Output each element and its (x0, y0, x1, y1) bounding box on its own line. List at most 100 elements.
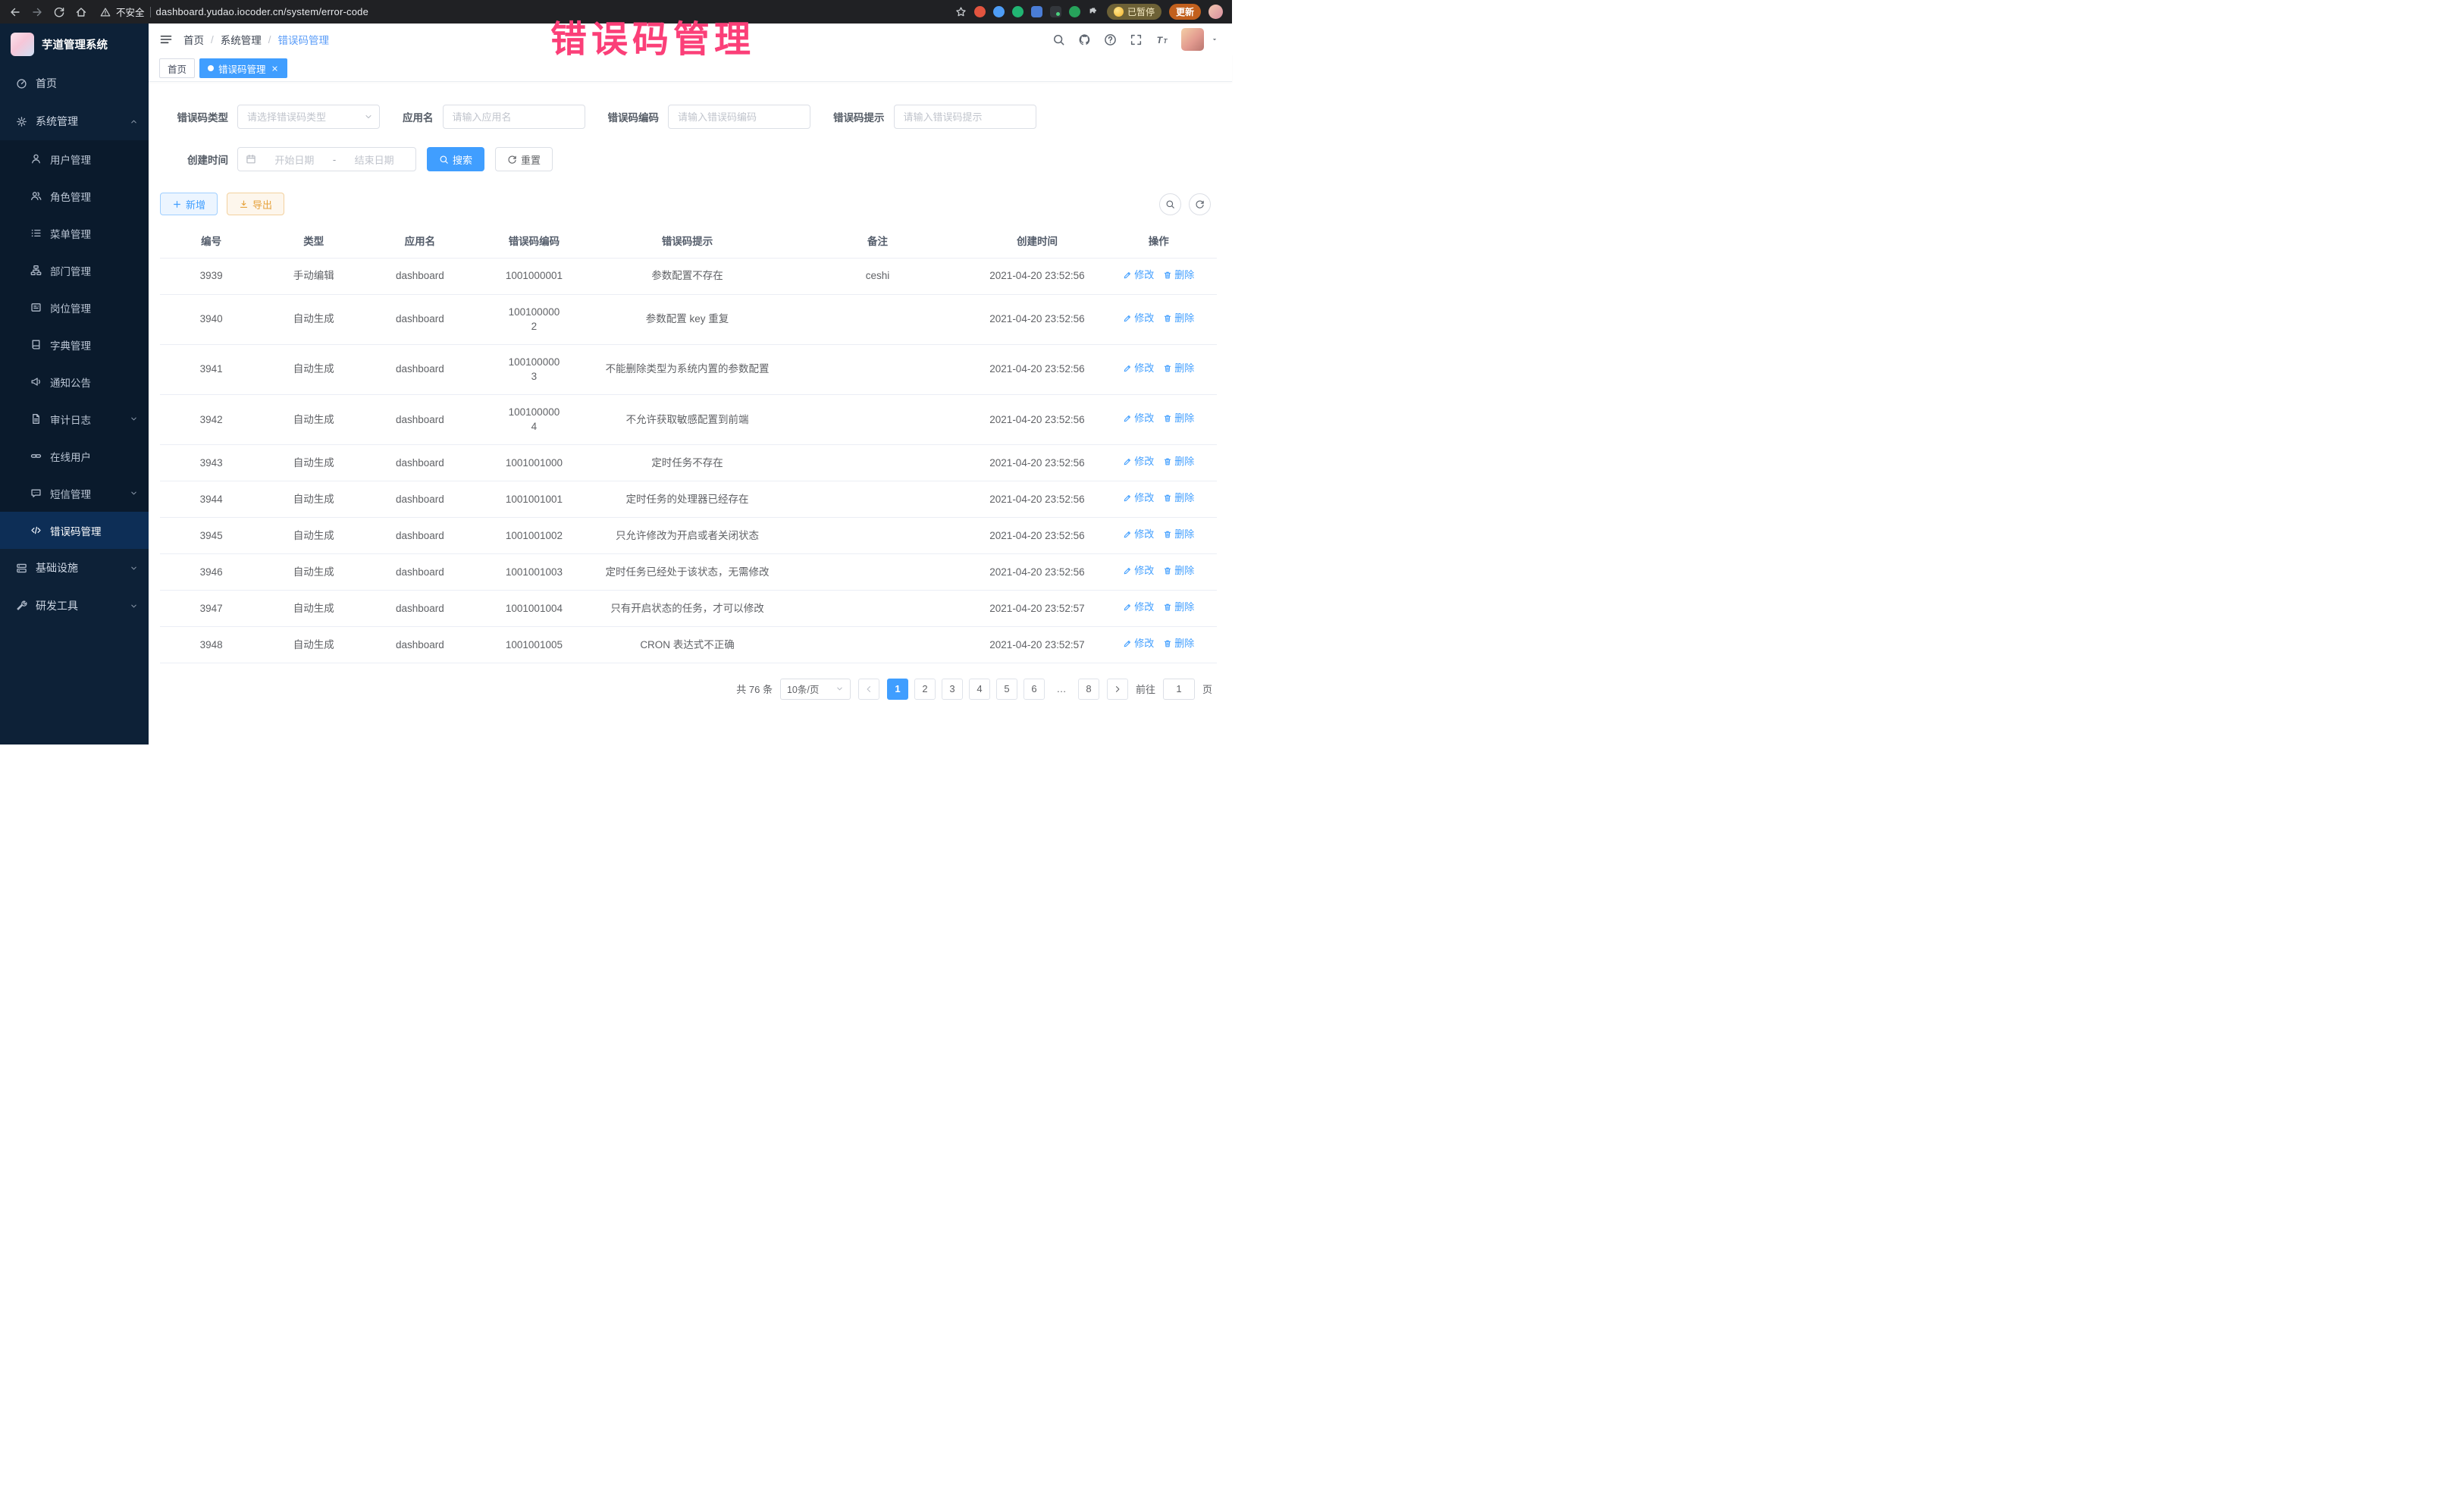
edit-link[interactable]: 修改 (1123, 362, 1154, 376)
breadcrumb-item[interactable]: 首页 (183, 32, 204, 47)
ops-cell: 修改删除 (1101, 344, 1217, 394)
app-logo[interactable]: 芋道管理系统 (0, 24, 149, 64)
search-icon[interactable] (1052, 33, 1065, 46)
sidebar-item-home[interactable]: 首页 (0, 64, 149, 102)
font-size-icon[interactable]: TT (1155, 33, 1168, 46)
sidebar-item-dictionary-management[interactable]: 字典管理 (0, 326, 149, 363)
message-cell: 只允许修改为开启或者关闭状态 (594, 517, 782, 553)
code-cell: 1001000001 (475, 258, 593, 294)
github-icon[interactable] (1078, 33, 1091, 46)
delete-link[interactable]: 删除 (1163, 564, 1194, 578)
error-code-type-select[interactable] (237, 105, 380, 129)
delete-link[interactable]: 删除 (1163, 491, 1194, 506)
tab-error-code[interactable]: 错误码管理 (199, 58, 287, 78)
forward-icon[interactable] (31, 6, 43, 18)
sidebar-item-announcement[interactable]: 通知公告 (0, 363, 149, 400)
error-code-type-input[interactable] (237, 105, 380, 129)
prev-page-button[interactable] (858, 679, 879, 700)
edit-link[interactable]: 修改 (1123, 600, 1154, 615)
edit-link[interactable]: 修改 (1123, 268, 1154, 283)
date-range-picker[interactable]: 开始日期 - 结束日期 (237, 147, 416, 171)
app-cell: dashboard (365, 626, 475, 663)
app-name-input[interactable] (443, 105, 585, 129)
refresh-table-button[interactable] (1189, 193, 1211, 215)
delete-link[interactable]: 删除 (1163, 268, 1194, 283)
delete-link[interactable]: 删除 (1163, 312, 1194, 326)
sidebar-item-sms-management[interactable]: 短信管理 (0, 475, 149, 512)
sidebar: 芋道管理系统 首页 系统管理 用户管理角色管理菜单管理部门管理岗位管理字典管理通… (0, 24, 149, 744)
address-bar[interactable]: 不安全 dashboard.yudao.iocoder.cn/system/er… (100, 5, 368, 19)
tab-home[interactable]: 首页 (159, 58, 195, 78)
ops-cell: 修改删除 (1101, 517, 1217, 553)
filter-app-name: 应用名 (403, 105, 585, 129)
delete-link[interactable]: 删除 (1163, 412, 1194, 426)
breadcrumb-item[interactable]: 系统管理 (221, 32, 262, 47)
refresh-icon (1195, 199, 1205, 209)
table-row: 3945自动生成dashboard1001001002只允许修改为开启或者关闭状… (160, 517, 1217, 553)
user-avatar[interactable] (1181, 28, 1204, 51)
sidebar-group-devtools[interactable]: 研发工具 (0, 587, 149, 625)
error-hint-input[interactable] (894, 105, 1036, 129)
page-button-8[interactable]: 8 (1078, 679, 1099, 700)
bookmark-star-icon[interactable] (955, 6, 967, 17)
sidebar-item-online-users[interactable]: 在线用户 (0, 437, 149, 475)
page-button-6[interactable]: 6 (1024, 679, 1045, 700)
page-button-1[interactable]: 1 (887, 679, 908, 700)
extensions-puzzle-icon[interactable] (1088, 6, 1099, 17)
hamburger-icon[interactable] (159, 33, 173, 46)
search-button[interactable]: 搜索 (427, 147, 484, 171)
extension-icon[interactable] (1050, 6, 1061, 17)
sidebar-item-audit-log[interactable]: 审计日志 (0, 400, 149, 437)
paused-badge[interactable]: 已暂停 (1107, 4, 1161, 20)
close-icon[interactable] (271, 64, 279, 73)
export-button[interactable]: 导出 (227, 193, 284, 215)
reset-button[interactable]: 重置 (495, 147, 553, 171)
error-code-input[interactable] (668, 105, 810, 129)
browser-profile-avatar[interactable] (1208, 5, 1223, 19)
page-button-3[interactable]: 3 (942, 679, 963, 700)
delete-link[interactable]: 删除 (1163, 362, 1194, 376)
sidebar-item-role-management[interactable]: 角色管理 (0, 177, 149, 215)
add-button[interactable]: 新增 (160, 193, 218, 215)
next-page-button[interactable] (1107, 679, 1128, 700)
page-size-select[interactable]: 10条/页 (780, 679, 851, 700)
fullscreen-icon[interactable] (1130, 33, 1143, 46)
sidebar-group-system[interactable]: 系统管理 (0, 102, 149, 140)
home-icon[interactable] (75, 6, 87, 18)
back-icon[interactable] (9, 6, 21, 18)
edit-link[interactable]: 修改 (1123, 412, 1154, 426)
pager-ellipsis[interactable]: … (1051, 679, 1072, 700)
sidebar-item-menu-management[interactable]: 菜单管理 (0, 215, 149, 252)
reload-icon[interactable] (53, 6, 65, 18)
delete-link[interactable]: 删除 (1163, 600, 1194, 615)
extension-icon[interactable] (993, 6, 1005, 17)
edit-link[interactable]: 修改 (1123, 312, 1154, 326)
edit-link[interactable]: 修改 (1123, 637, 1154, 651)
extension-icon[interactable] (1069, 6, 1080, 17)
page-button-5[interactable]: 5 (996, 679, 1017, 700)
sidebar-item-error-code-management[interactable]: 错误码管理 (0, 512, 149, 549)
caret-down-icon[interactable] (1211, 36, 1218, 43)
sidebar-item-user-management[interactable]: 用户管理 (0, 140, 149, 177)
update-button[interactable]: 更新 (1169, 4, 1201, 20)
sidebar-group-infrastructure[interactable]: 基础设施 (0, 549, 149, 587)
goto-page-input[interactable] (1163, 679, 1195, 700)
edit-link[interactable]: 修改 (1123, 528, 1154, 542)
extension-icon[interactable] (1012, 6, 1024, 17)
delete-link[interactable]: 删除 (1163, 455, 1194, 469)
toggle-search-button[interactable] (1159, 193, 1181, 215)
delete-link[interactable]: 删除 (1163, 528, 1194, 542)
edit-link[interactable]: 修改 (1123, 491, 1154, 506)
sidebar-item-department-management[interactable]: 部门管理 (0, 252, 149, 289)
help-icon[interactable] (1104, 33, 1117, 46)
extension-icon[interactable] (1031, 6, 1042, 17)
sidebar-item-post-management[interactable]: 岗位管理 (0, 289, 149, 326)
page-button-2[interactable]: 2 (914, 679, 936, 700)
page-button-4[interactable]: 4 (969, 679, 990, 700)
edit-link[interactable]: 修改 (1123, 564, 1154, 578)
extension-icon[interactable] (974, 6, 986, 17)
edit-link[interactable]: 修改 (1123, 455, 1154, 469)
role-icon (30, 190, 42, 202)
ops-cell: 修改删除 (1101, 258, 1217, 294)
delete-link[interactable]: 删除 (1163, 637, 1194, 651)
